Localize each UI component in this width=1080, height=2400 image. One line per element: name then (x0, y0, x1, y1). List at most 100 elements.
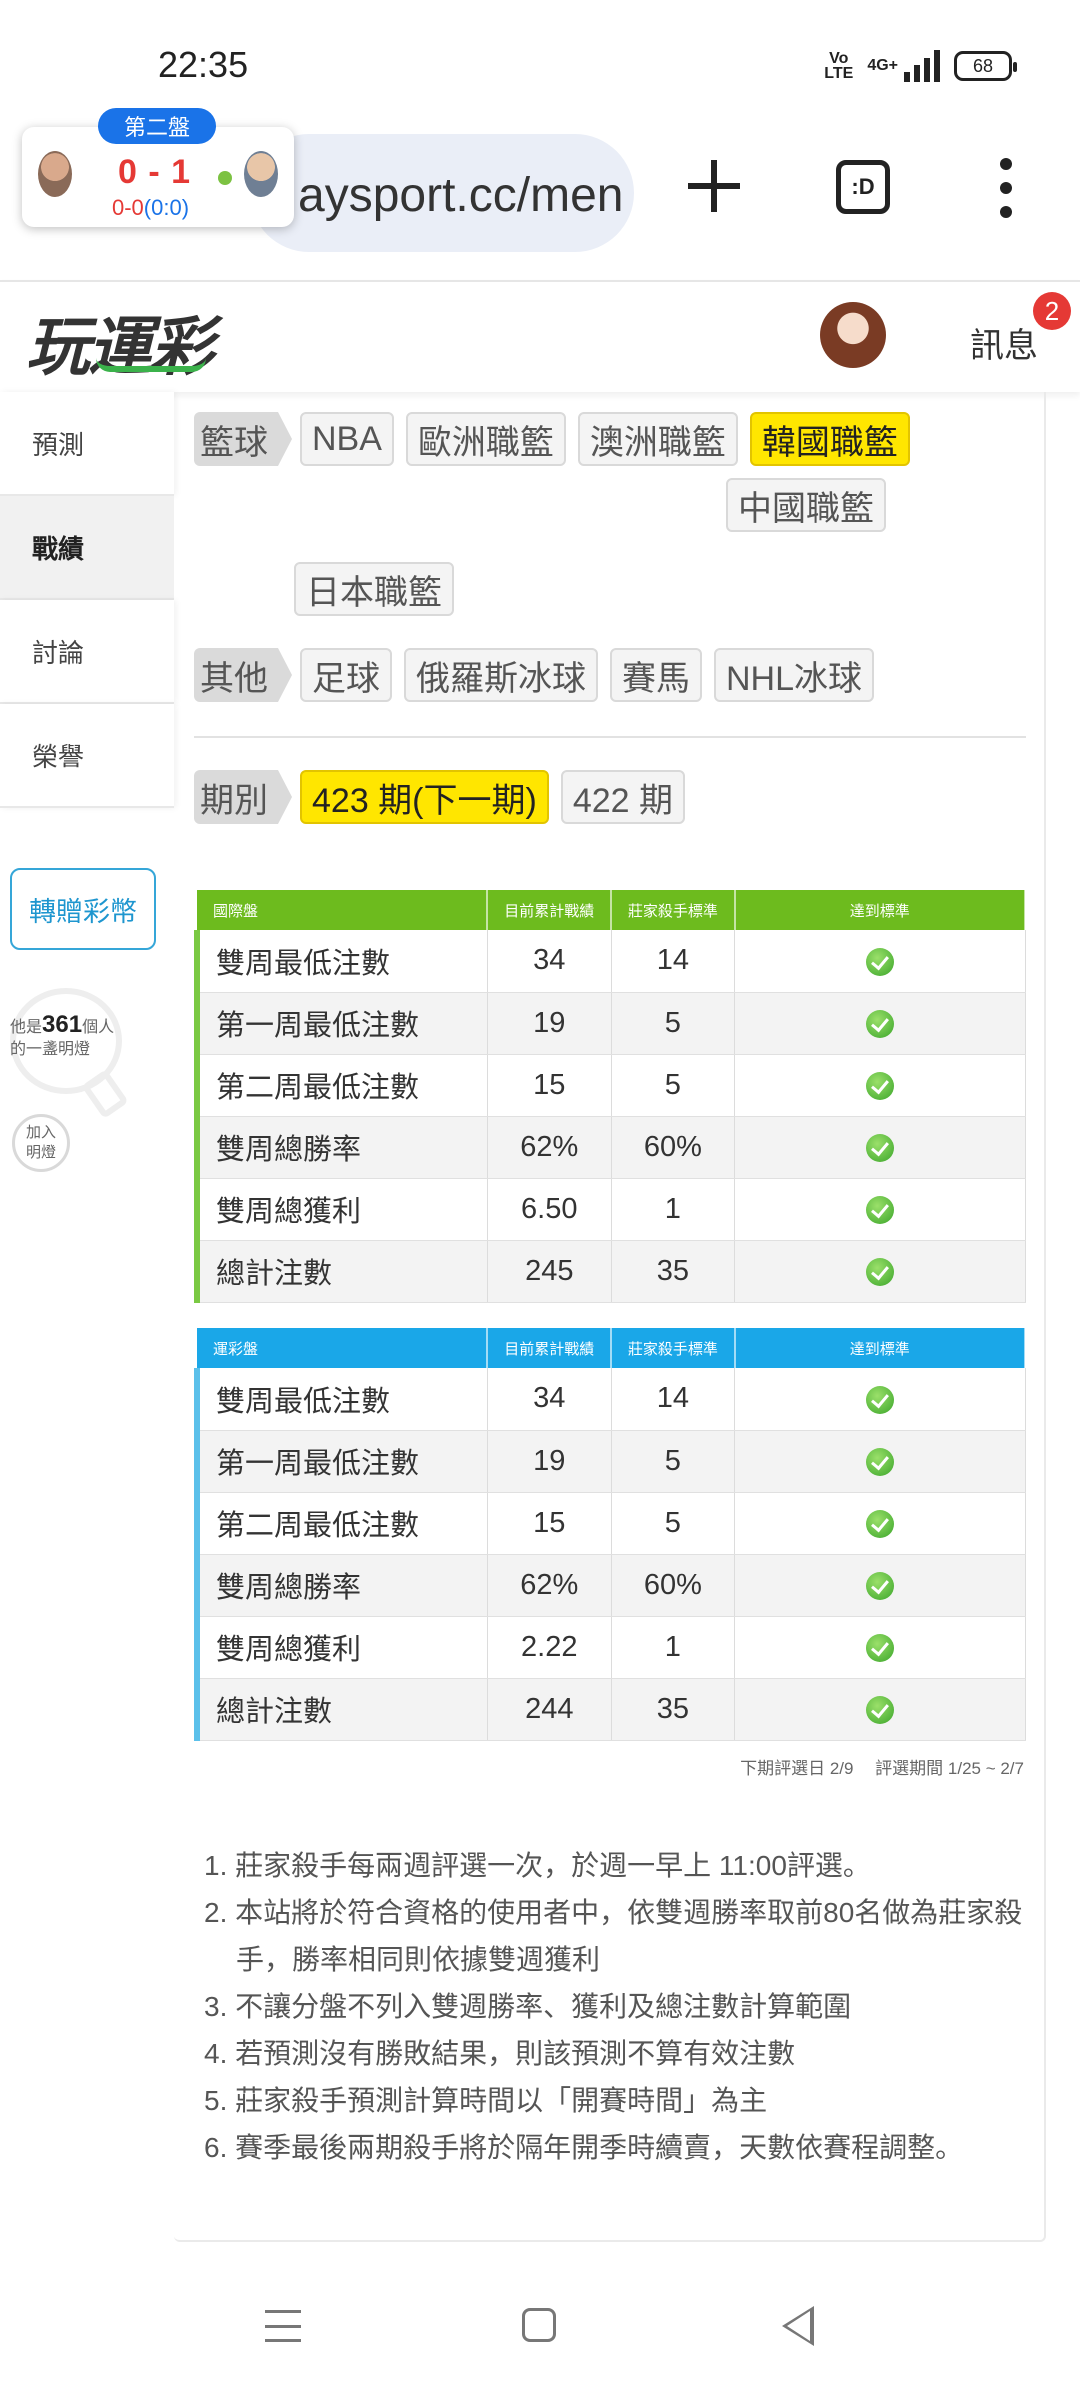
sidebar-item-record[interactable]: 戰績 (0, 496, 174, 600)
table-title: 國際盤 (197, 890, 489, 930)
row-name: 第二周最低注數 (193, 1054, 488, 1117)
table-row: 第一周最低注數 19 5 (193, 992, 1026, 1055)
row-current: 15 (487, 1492, 612, 1555)
row-standard: 14 (611, 930, 736, 993)
row-name: 雙周總獲利 (193, 1178, 488, 1241)
new-tab-button[interactable] (684, 156, 744, 216)
nav-menu-icon[interactable] (265, 2310, 301, 2342)
check-icon (865, 1509, 894, 1538)
row-met (734, 1178, 1026, 1241)
user-avatar[interactable] (820, 302, 886, 368)
site-logo[interactable]: 玩運彩 (26, 296, 214, 388)
main-content: 籃球 NBA 歐洲職籃 澳洲職籃 韓國職籃 中國職籃 日本職籃 其他 足球 俄羅… (174, 392, 1046, 2242)
filter-japan-basketball[interactable]: 日本職籃 (294, 562, 454, 616)
international-table: 國際盤 目前累計戰績 莊家殺手標準 達到標準 雙周最低注數 34 14 第一周最低注數… (193, 890, 1027, 1303)
row-standard: 60% (611, 1554, 736, 1617)
nav-home-icon[interactable] (522, 2308, 556, 2342)
basketball-filter-row: 籃球 NBA 歐洲職籃 澳洲職籃 韓國職籃 (194, 412, 910, 466)
period-previous[interactable]: 422 期 (560, 770, 686, 824)
col-header-standard: 莊家殺手標準 (611, 1328, 736, 1368)
row-met (734, 1492, 1026, 1555)
sportslottery-table: 運彩盤 目前累計戰績 莊家殺手標準 達到標準 雙周最低注數 34 14 第一周最低注數… (193, 1328, 1027, 1741)
check-icon (865, 1385, 894, 1414)
score-sub: 0-0(0:0) (112, 195, 190, 220)
filter-nba[interactable]: NBA (300, 412, 394, 466)
row-current: 6.50 (487, 1178, 612, 1241)
rule-item: 2. 本站將於符合資格的使用者中，依雙週勝率取前80名做為莊家殺手，勝率相同則依… (204, 1897, 1023, 1975)
row-met (734, 1368, 1026, 1431)
table-row: 雙周總勝率 62% 60% (193, 1116, 1026, 1179)
messages-count-badge: 2 (1033, 292, 1071, 330)
check-icon (865, 1133, 894, 1162)
filter-horse-racing[interactable]: 賽馬 (610, 648, 702, 702)
row-met (734, 1240, 1026, 1303)
join-lightbulb-button[interactable]: 加入 明燈 (12, 1114, 70, 1172)
row-current: 2.22 (487, 1616, 612, 1679)
table-row: 第二周最低注數 15 5 (193, 1054, 1026, 1117)
more-vert-icon[interactable] (996, 158, 1016, 218)
filter-korea-basketball[interactable]: 韓國職籃 (749, 412, 910, 466)
messages-link[interactable]: 訊息 (970, 318, 1038, 367)
row-name: 第二周最低注數 (193, 1492, 488, 1555)
table-row: 第一周最低注數 19 5 (193, 1430, 1026, 1493)
other-filter-row: 其他 足球 俄羅斯冰球 賽馬 NHL冰球 (194, 648, 875, 702)
sidebar-item-predict[interactable]: 預測 (0, 392, 174, 496)
row-standard: 60% (611, 1116, 736, 1179)
row-standard: 5 (611, 1054, 736, 1117)
row-current: 62% (487, 1554, 612, 1617)
site-header: 玩運彩 訊息 2 (0, 280, 1080, 392)
row-standard: 14 (611, 1368, 736, 1431)
sidebar: 預測 戰績 討論 榮譽 轉贈彩幣 他是361個人 的一盞明燈 加入 明燈 (0, 392, 174, 1172)
rule-item: 4. 若預測沒有勝敗結果，則該預測不算有效注數 (204, 2038, 796, 2069)
status-time: 22:35 (158, 44, 249, 85)
row-current: 34 (487, 930, 612, 993)
filter-china-basketball[interactable]: 中國職籃 (726, 478, 886, 532)
table-row: 雙周最低注數 34 14 (193, 1368, 1026, 1431)
rules-list: 1. 莊家殺手每兩週評選一次，於週一早上 11:00評選。 2. 本站將於符合資… (204, 1842, 1024, 2171)
row-name: 第一周最低注數 (193, 992, 488, 1055)
period-current[interactable]: 423 期(下一期) (300, 770, 549, 824)
basketball-label: 籃球 (194, 412, 292, 466)
row-name: 總計注數 (193, 1240, 488, 1303)
filter-euro-basketball[interactable]: 歐洲職籃 (405, 412, 566, 466)
sidebar-item-discussion[interactable]: 討論 (0, 600, 174, 704)
period-info: 下期評選日 2/9 評選期間 1/25 ~ 2/7 (740, 1759, 1024, 1778)
status-icons: Vo LTE 4G+ 68 (824, 50, 1017, 82)
row-name: 雙周最低注數 (193, 1368, 488, 1431)
period-row: 期別 423 期(下一期) 422 期 (194, 770, 686, 824)
filter-soccer[interactable]: 足球 (300, 648, 392, 702)
table-row: 雙周最低注數 34 14 (193, 930, 1026, 993)
row-standard: 35 (611, 1240, 736, 1303)
col-header-current: 目前累計戰績 (487, 890, 613, 930)
signal-icon (904, 50, 940, 82)
row-standard: 35 (611, 1678, 736, 1741)
filter-nhl[interactable]: NHL冰球 (714, 648, 875, 702)
logo-swoosh (96, 358, 206, 372)
sidebar-item-honor[interactable]: 榮譽 (0, 704, 174, 808)
filter-khl[interactable]: 俄羅斯冰球 (404, 648, 598, 702)
url-text[interactable]: aysport.cc/men (298, 168, 623, 223)
row-name: 雙周總勝率 (193, 1554, 488, 1617)
rule-item: 6. 賽季最後兩期殺手將於隔年開季時續賣，天數依賽程調整。 (204, 2132, 964, 2163)
rule-item: 1. 莊家殺手每兩週評選一次，於週一早上 11:00評選。 (204, 1850, 871, 1881)
check-icon (865, 947, 894, 976)
nav-back-icon[interactable] (782, 2306, 814, 2346)
row-name: 第一周最低注數 (193, 1430, 488, 1493)
row-met (734, 992, 1026, 1055)
gift-coins-button[interactable]: 轉贈彩幣 (10, 868, 156, 950)
table-row: 總計注數 244 35 (193, 1678, 1026, 1741)
filter-aus-basketball[interactable]: 澳洲職籃 (577, 412, 738, 466)
table-row: 雙周總獲利 6.50 1 (193, 1178, 1026, 1241)
check-icon (865, 1571, 894, 1600)
col-header-met: 達到標準 (734, 890, 1027, 930)
check-icon (865, 1633, 894, 1662)
tabs-switcher-button[interactable]: :D (836, 160, 890, 214)
row-standard: 5 (611, 1430, 736, 1493)
check-icon (865, 1257, 894, 1286)
row-current: 62% (487, 1116, 612, 1179)
col-header-standard: 莊家殺手標準 (611, 890, 736, 930)
player-avatar-away (244, 151, 278, 197)
followers-text: 他是361個人 的一盞明燈 (10, 1011, 115, 1059)
row-standard: 5 (611, 1492, 736, 1555)
table-title: 運彩盤 (197, 1328, 489, 1368)
